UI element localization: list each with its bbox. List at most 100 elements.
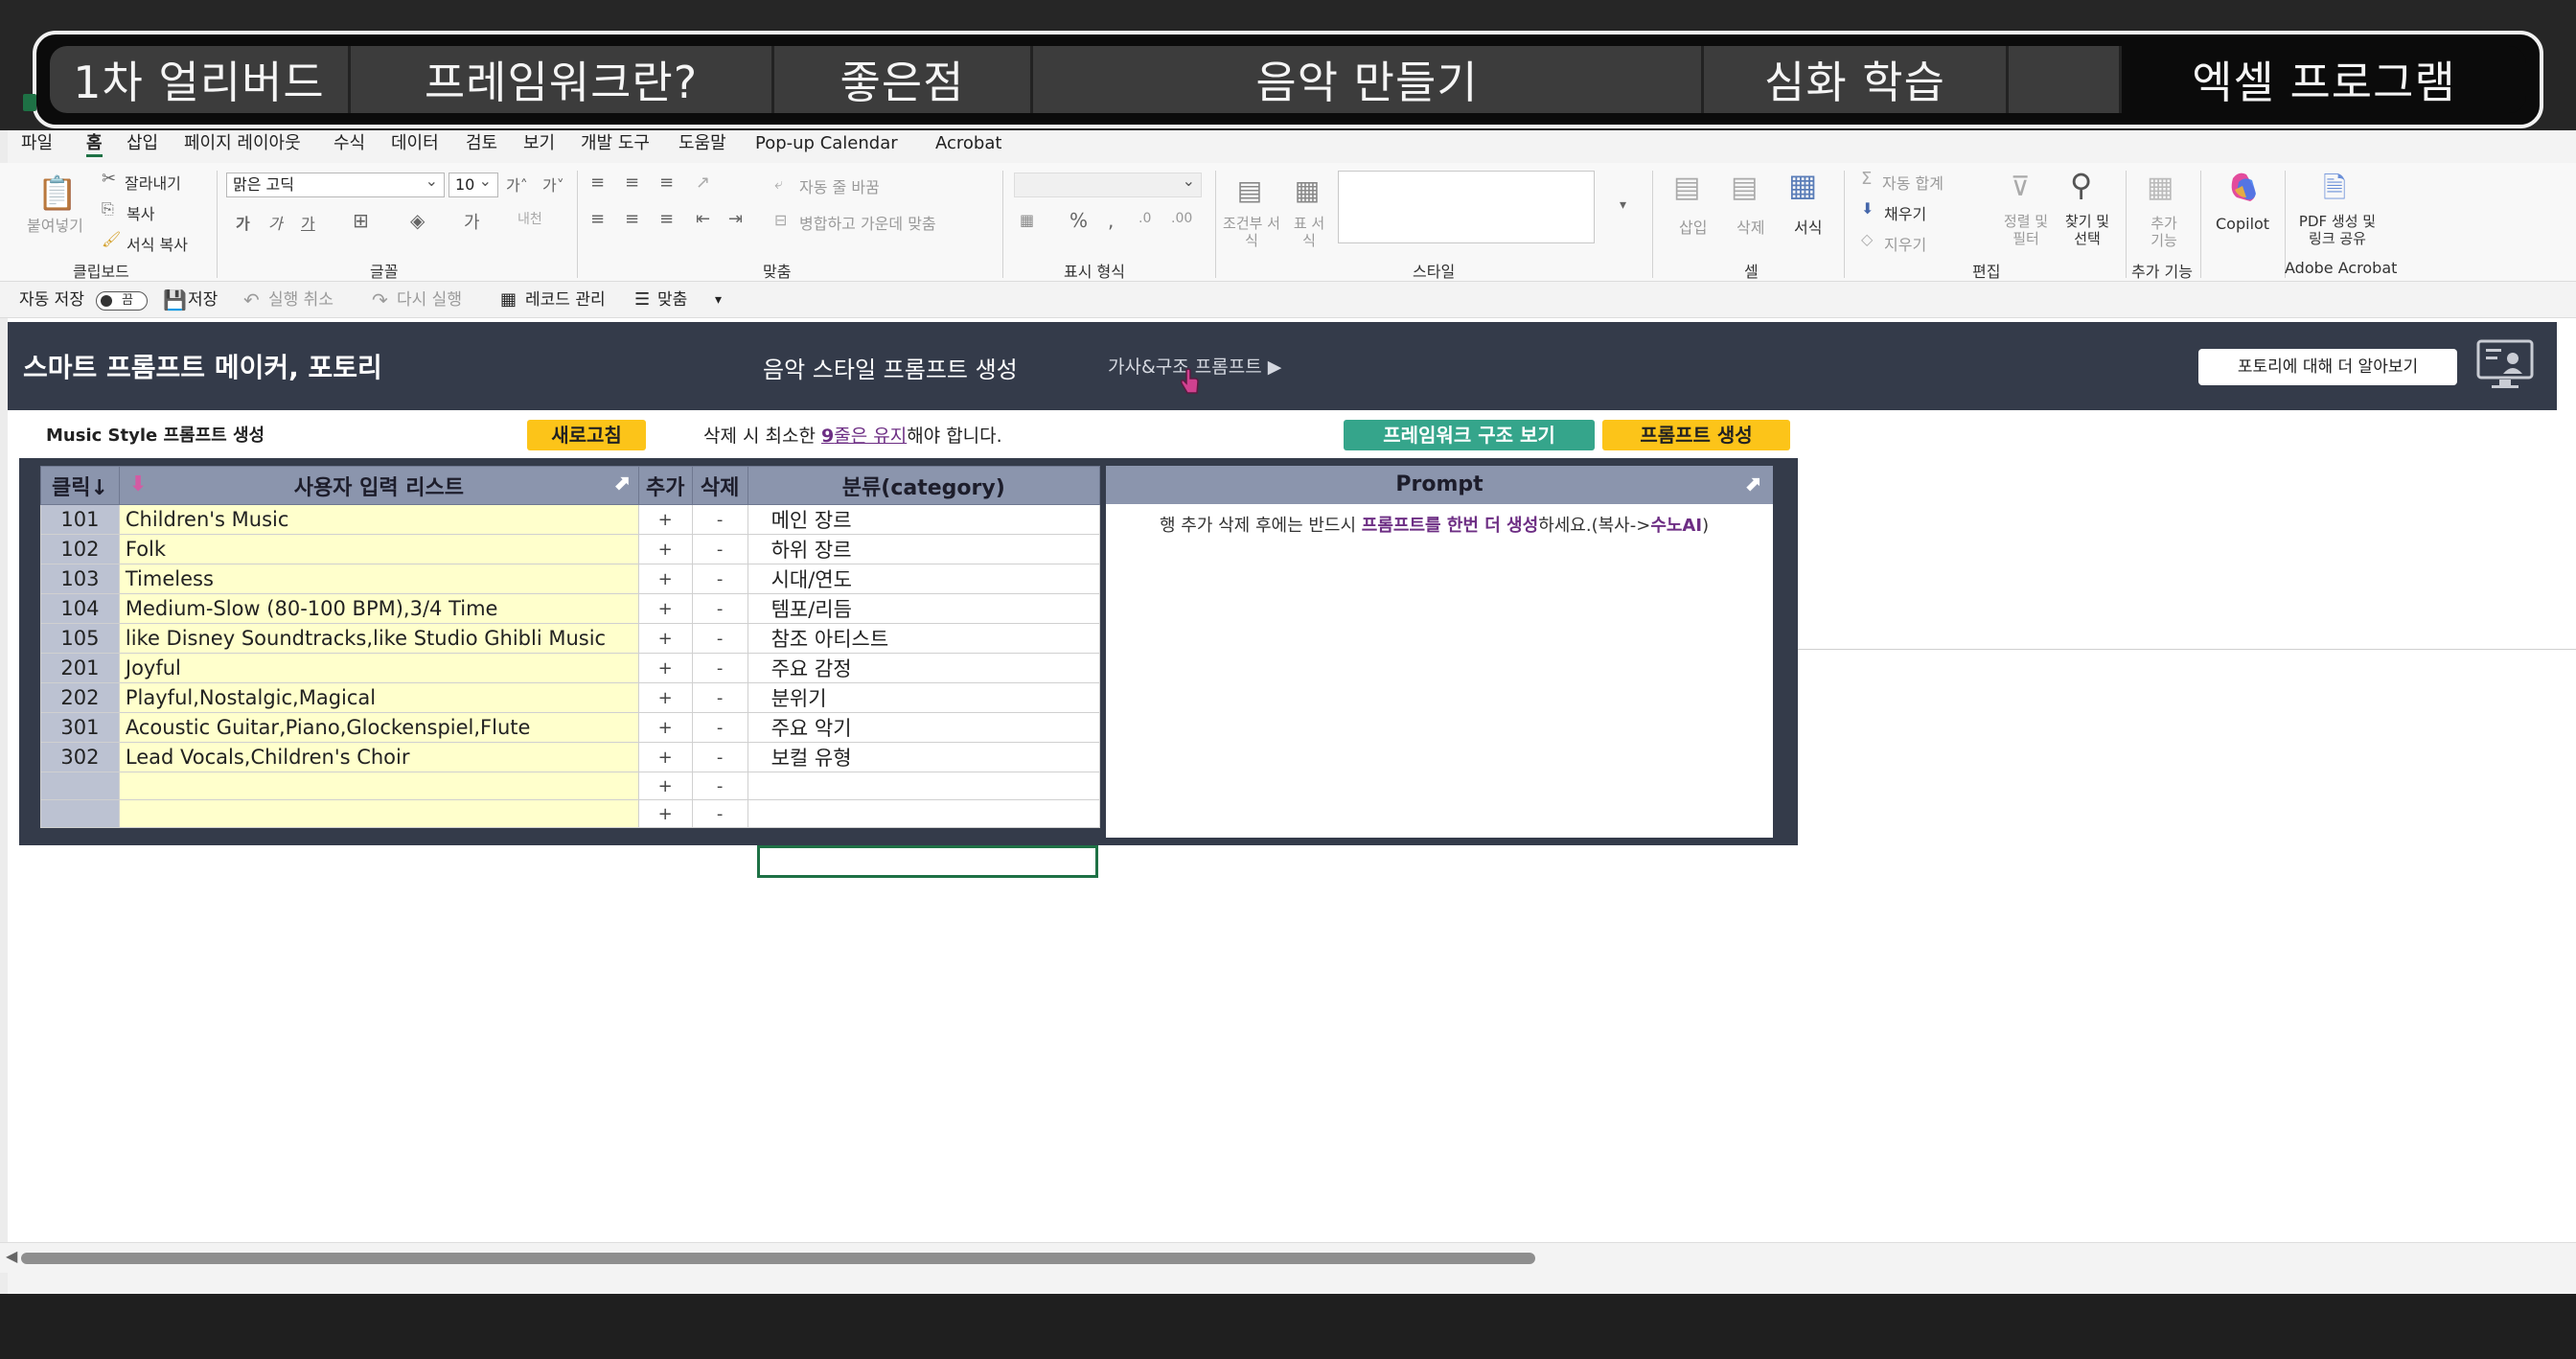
cut-button[interactable]: 잘라내기 (125, 171, 181, 194)
record-icon[interactable]: ▦ (500, 282, 517, 318)
user-input-cell[interactable]: Playful,Nostalgic,Magical (118, 682, 639, 713)
add-row-button[interactable]: + (637, 564, 693, 594)
align-bottom-icon[interactable]: ≡ (659, 173, 674, 193)
cell-styles-gallery[interactable] (1338, 171, 1595, 243)
align-right-icon[interactable]: ≡ (659, 209, 674, 229)
banner-tab-good-points[interactable]: 좋은점 (774, 46, 1033, 113)
fill-color-icon[interactable]: ◈ (410, 209, 425, 232)
italic-icon[interactable]: 가 (268, 211, 283, 234)
align-middle-icon[interactable]: ≡ (625, 173, 639, 193)
menu-file[interactable]: 파일 (21, 130, 53, 157)
addins-button[interactable]: 추가 기능 (2143, 215, 2185, 249)
font-name-select[interactable]: 맑은 고딕 (226, 170, 445, 197)
menu-review[interactable]: 검토 (466, 130, 497, 157)
save-button[interactable]: 저장 (188, 282, 218, 318)
add-row-button[interactable]: + (637, 653, 693, 683)
merge-icon[interactable]: ⊟ (774, 211, 787, 229)
save-icon[interactable]: 💾 (163, 282, 187, 318)
cut-icon[interactable]: ✂ (102, 169, 116, 189)
banner-tab-make-music[interactable]: 음악 만들기 (1033, 46, 1704, 113)
col-header-click[interactable]: 클릭↓ (40, 466, 120, 505)
delete-row-button[interactable]: - (691, 593, 748, 624)
align-left-icon[interactable]: ≡ (590, 209, 605, 229)
add-row-button[interactable]: + (637, 593, 693, 624)
redo-icon[interactable]: ↷ (372, 282, 388, 318)
font-grow-icon[interactable]: 가˄ (506, 173, 528, 196)
copilot-icon[interactable] (2225, 169, 2264, 207)
banner-tab-framework[interactable]: 프레임워크란? (351, 46, 774, 113)
wrap-text-icon[interactable]: ⤶ (774, 174, 783, 194)
sort-filter-icon[interactable]: ⊽ (2011, 171, 2031, 202)
monitor-user-icon[interactable] (2474, 337, 2536, 393)
clear-icon[interactable]: ◇ (1861, 230, 1873, 248)
format-painter-icon[interactable]: 🖌 (102, 230, 121, 248)
align-top-icon[interactable]: ≡ (590, 173, 605, 193)
banner-tab-excel-program[interactable]: 엑셀 프로그램 (2122, 46, 2526, 113)
styles-expand-icon[interactable]: ▾ (1620, 197, 1626, 213)
add-row-button[interactable]: + (637, 682, 693, 713)
redo-button[interactable]: 다시 실행 (397, 282, 462, 318)
number-format-select[interactable] (1014, 170, 1202, 197)
wrap-text-button[interactable]: 자동 줄 바꿈 (799, 174, 880, 197)
pdf-create-icon[interactable]: 🗎 (2323, 167, 2346, 216)
sort-filter-button[interactable]: 정렬 및 필터 (1999, 213, 2053, 247)
conditional-format-icon[interactable]: ▤ (1229, 173, 1271, 207)
add-row-button[interactable]: + (637, 799, 693, 828)
user-input-cell[interactable] (118, 799, 639, 828)
add-row-button[interactable]: + (637, 504, 693, 535)
bold-icon[interactable]: 가 (236, 211, 250, 234)
user-input-cell[interactable]: Children's Music (118, 504, 639, 535)
user-input-cell[interactable]: Medium-Slow (80-100 BPM),3/4 Time (118, 593, 639, 624)
prompt-share-icon[interactable]: ⬈ (1744, 466, 1761, 504)
delete-row-button[interactable]: - (691, 564, 748, 594)
delete-row-button[interactable]: - (691, 682, 748, 713)
delete-row-button[interactable]: - (691, 712, 748, 743)
delete-cells-button[interactable]: 삭제 (1736, 215, 1764, 238)
format-cells-icon[interactable]: ▦ (1788, 167, 1817, 203)
menu-view[interactable]: 보기 (523, 130, 555, 157)
border-icon[interactable]: ⊞ (353, 209, 369, 232)
view-framework-button[interactable]: 프레임워크 구조 보기 (1344, 420, 1595, 450)
delete-row-button[interactable]: - (691, 742, 748, 772)
font-color-icon[interactable]: 가 (464, 209, 480, 234)
download-icon[interactable]: ⬇ (129, 472, 147, 496)
copy-icon[interactable]: ⎘ (102, 199, 114, 219)
font-size-select[interactable]: 10 (448, 170, 498, 197)
fit-icon[interactable]: ☰ (634, 282, 650, 318)
refresh-button[interactable]: 새로고침 (527, 420, 646, 450)
menu-home[interactable]: 홈 (86, 130, 103, 157)
add-row-button[interactable]: + (637, 534, 693, 564)
merge-center-button[interactable]: 병합하고 가운데 맞춤 (799, 211, 936, 234)
record-manage-button[interactable]: 레코드 관리 (525, 282, 606, 318)
delete-row-button[interactable]: - (691, 534, 748, 564)
delete-cells-icon[interactable]: ▤ (1731, 171, 1758, 204)
insert-cells-icon[interactable]: ▤ (1673, 171, 1700, 204)
add-row-button[interactable]: + (637, 623, 693, 654)
orientation-icon[interactable]: ↗ (696, 173, 710, 193)
menu-help[interactable]: 도움말 (678, 130, 726, 157)
autosave-toggle[interactable]: 끔 (96, 291, 148, 311)
table-format-button[interactable]: 표 서식 (1290, 215, 1328, 249)
paste-icon[interactable]: 📋 (36, 174, 79, 213)
scroll-thumb[interactable] (21, 1253, 1535, 1264)
delete-row-button[interactable]: - (691, 772, 748, 800)
fill-button[interactable]: 채우기 (1884, 201, 1926, 224)
user-input-cell[interactable]: Joyful (118, 653, 639, 683)
qat-customize-icon[interactable]: ▾ (715, 282, 722, 318)
delete-row-button[interactable]: - (691, 504, 748, 535)
delete-row-button[interactable]: - (691, 653, 748, 683)
autosum-button[interactable]: 자동 합계 (1882, 171, 1944, 194)
addins-icon[interactable]: ▦ (2147, 171, 2174, 204)
font-shrink-icon[interactable]: 가˅ (542, 173, 564, 196)
generate-prompt-button[interactable]: 프롬프트 생성 (1602, 420, 1790, 450)
delete-row-button[interactable]: - (691, 623, 748, 654)
user-input-cell[interactable]: Timeless (118, 564, 639, 594)
user-input-cell[interactable]: Lead Vocals,Children's Choir (118, 742, 639, 772)
menu-page-layout[interactable]: 페이지 레이아웃 (184, 130, 301, 157)
scroll-left-icon[interactable]: ◀ (6, 1247, 17, 1265)
share-icon[interactable]: ⬈ (612, 472, 630, 495)
user-input-cell[interactable] (118, 772, 639, 800)
menu-developer[interactable]: 개발 도구 (581, 130, 650, 157)
format-painter-button[interactable]: 서식 복사 (126, 232, 188, 255)
align-center-icon[interactable]: ≡ (625, 209, 639, 229)
